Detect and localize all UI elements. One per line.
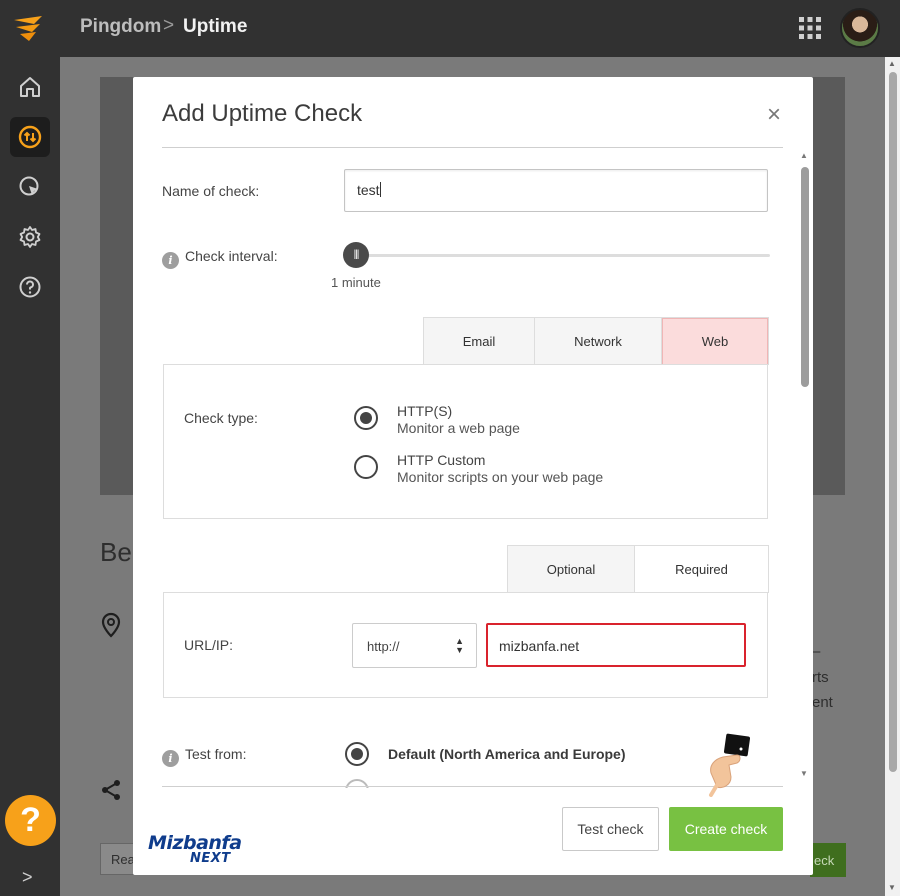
tab-email[interactable]: Email (424, 318, 535, 365)
help-circle-icon (19, 276, 41, 298)
background-text-1: rts (812, 669, 829, 686)
scroll-up-arrow-icon[interactable]: ▲ (888, 59, 896, 68)
modal-scrollbar[interactable]: ▲ ▼ (797, 151, 811, 783)
apps-grid-icon[interactable] (799, 17, 821, 39)
modal-scroll-up-icon[interactable]: ▲ (800, 151, 808, 160)
name-of-check-input[interactable]: test (344, 169, 768, 212)
info-icon[interactable]: i (162, 252, 179, 269)
radio-test-from-default[interactable] (345, 742, 369, 766)
tab-network[interactable]: Network (535, 318, 662, 365)
required-fields-panel: URL/IP: http:// ▲ ▼ mizbanfa.net (163, 592, 768, 698)
background-text-2: ent (812, 694, 833, 711)
nav-uptime[interactable] (10, 117, 50, 157)
radio-https-title: HTTP(S) (397, 403, 453, 419)
interval-label-text: Check interval: (185, 248, 278, 264)
protocol-value: http:// (367, 639, 400, 654)
test-from-label: i Test from: (162, 746, 246, 767)
interval-slider-track[interactable] (357, 254, 770, 257)
pointing-hand-icon (709, 733, 751, 797)
radio-http-custom-subtitle: Monitor scripts on your web page (397, 469, 604, 485)
background-dash: – (812, 643, 821, 660)
modal-scroll-down-icon[interactable]: ▼ (800, 769, 808, 778)
solarwinds-logo-icon[interactable] (12, 12, 50, 44)
name-input-value: test (357, 182, 380, 198)
page-scrollbar[interactable]: ▲ ▼ (885, 57, 900, 896)
check-type-label: Check type: (184, 410, 258, 426)
scroll-down-arrow-icon[interactable]: ▼ (888, 883, 896, 892)
page-scrollbar-thumb[interactable] (889, 72, 897, 772)
side-nav: ? > (0, 57, 60, 896)
background-button: eck (810, 843, 846, 877)
modal-body: Name of check: test i Check interval: |||… (133, 148, 813, 788)
gear-icon (19, 226, 41, 248)
breadcrumb-pingdom[interactable]: Pingdom (80, 16, 161, 38)
radio-https[interactable] (354, 406, 378, 430)
url-input-value: mizbanfa.net (499, 638, 580, 654)
share-icon (102, 780, 120, 800)
radio-https-subtitle: Monitor a web page (397, 420, 520, 436)
protocol-select[interactable]: http:// ▲ ▼ (352, 623, 477, 668)
watermark-line2: NEXT (190, 851, 231, 866)
interval-slider-handle[interactable]: ||| (343, 242, 369, 268)
modal-title: Add Uptime Check (162, 100, 363, 127)
close-icon[interactable]: × (767, 101, 781, 129)
create-check-button[interactable]: Create check (669, 807, 783, 851)
interval-label: i Check interval: (162, 248, 278, 269)
tab-web[interactable]: Web (662, 318, 768, 365)
nav-home[interactable] (10, 67, 50, 107)
top-bar: Pingdom > Uptime (0, 0, 900, 57)
home-icon (20, 77, 40, 97)
tab-required[interactable]: Required (635, 546, 768, 593)
tab-optional[interactable]: Optional (508, 546, 635, 593)
location-pin-icon (101, 612, 121, 638)
info-icon[interactable]: i (162, 750, 179, 767)
interval-value: 1 minute (331, 275, 381, 290)
cursor-icon (19, 176, 39, 196)
select-arrows-icon: ▲ ▼ (455, 636, 464, 655)
user-avatar[interactable] (840, 8, 880, 48)
uptime-icon (18, 125, 42, 149)
check-type-panel: Check type: HTTP(S) Monitor a web page H… (163, 364, 768, 519)
name-label: Name of check: (162, 183, 260, 199)
url-label: URL/IP: (184, 637, 234, 653)
help-fab-button[interactable]: ? (5, 795, 56, 846)
check-type-tabs: Email Network Web (423, 317, 769, 365)
background-heading: Be (100, 537, 132, 567)
modal-footer-divider (162, 786, 783, 787)
radio-http-custom[interactable] (354, 455, 378, 479)
test-from-default-label: Default (North America and Europe) (388, 746, 626, 762)
modal-scrollbar-thumb[interactable] (801, 167, 809, 387)
breadcrumb-uptime: Uptime (183, 16, 248, 37)
nav-transactions[interactable] (10, 167, 50, 207)
nav-help[interactable] (10, 267, 50, 307)
nav-settings[interactable] (10, 217, 50, 257)
expand-nav-button[interactable]: > (22, 867, 33, 888)
mizbanfa-watermark-logo: Mizbanfa NEXT (148, 830, 243, 870)
radio-http-custom-title: HTTP Custom (397, 452, 486, 468)
breadcrumb-separator: > (163, 15, 175, 36)
url-input[interactable]: mizbanfa.net (486, 623, 746, 667)
test-from-label-text: Test from: (185, 746, 247, 762)
test-check-button[interactable]: Test check (562, 807, 659, 851)
field-tabs: Optional Required (507, 545, 769, 593)
